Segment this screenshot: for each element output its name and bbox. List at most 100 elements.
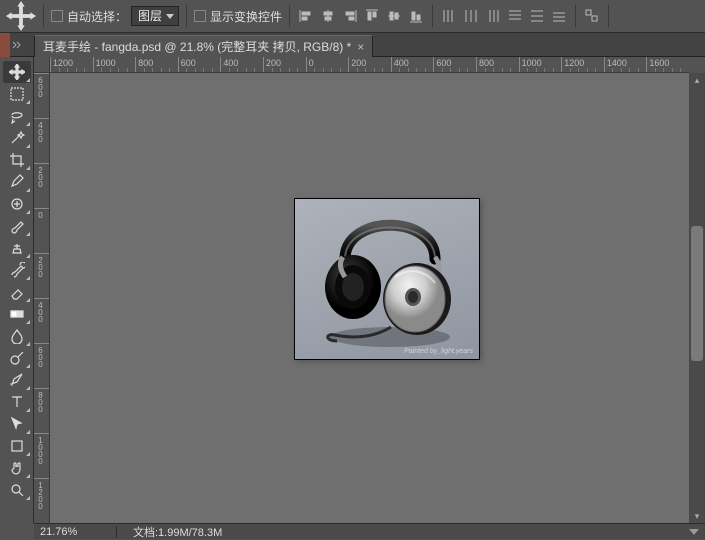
auto-align-button[interactable]: [583, 7, 601, 25]
ruler-tick: 200: [34, 253, 50, 254]
headphones-illustration: [295, 199, 479, 359]
ruler-label: 1000: [36, 436, 44, 464]
ruler-tick: 800: [135, 57, 136, 73]
document-canvas[interactable]: Painted by_light.years: [295, 199, 479, 359]
clone-stamp-tool[interactable]: [3, 237, 31, 259]
ruler-label: 600: [36, 346, 44, 367]
ruler-tick: 800: [34, 388, 50, 389]
ruler-tick: 400: [34, 118, 50, 119]
document-viewport[interactable]: Painted by_light.years: [50, 73, 689, 523]
ruler-label: 400: [36, 301, 44, 322]
eraser-tool[interactable]: [3, 281, 31, 303]
ruler-label: 1400: [607, 58, 627, 68]
ruler-label: 1000: [96, 58, 116, 68]
show-transform-checkbox[interactable]: 显示变换控件: [194, 8, 282, 25]
align-v-centers-button[interactable]: [385, 7, 403, 25]
align-bottom-edges-button[interactable]: [407, 7, 425, 25]
ruler-tick: 600: [178, 57, 179, 73]
watermark-text: Painted by_light.years: [404, 348, 473, 355]
ruler-label: 400: [223, 58, 238, 68]
close-tab-button[interactable]: ×: [357, 40, 364, 54]
gradient-tool[interactable]: [3, 303, 31, 325]
scroll-up-arrow-icon[interactable]: ▴: [689, 73, 705, 87]
align-h-centers-button[interactable]: [319, 7, 337, 25]
blur-tool[interactable]: [3, 325, 31, 347]
separator: [43, 5, 44, 27]
hand-tool[interactable]: [3, 457, 31, 479]
document-tab-title: 耳麦手绘 - fangda.psd @ 21.8% (完整耳夹 拷贝, RGB/…: [43, 38, 351, 55]
ruler-label: 1000: [522, 58, 542, 68]
magic-wand-tool[interactable]: [3, 127, 31, 149]
scrollbar-thumb[interactable]: [691, 226, 703, 361]
separator: [116, 526, 117, 538]
ruler-tick: 1400: [604, 57, 605, 73]
dist-top-button[interactable]: [506, 7, 524, 25]
zoom-tool[interactable]: [3, 479, 31, 501]
status-menu-chevron-icon[interactable]: [689, 529, 699, 535]
ruler-label: 0: [36, 211, 44, 218]
ruler-label: 1600: [649, 58, 669, 68]
dist-left-button[interactable]: [440, 7, 458, 25]
ruler-label: 200: [36, 166, 44, 187]
pen-tool[interactable]: [3, 369, 31, 391]
ruler-tick: 1600: [646, 57, 647, 73]
separator: [608, 5, 609, 27]
align-left-edges-button[interactable]: [297, 7, 315, 25]
layer-group-select[interactable]: 图层: [131, 6, 179, 26]
ruler-label: 800: [138, 58, 153, 68]
dist-right-button[interactable]: [484, 7, 502, 25]
zoom-level[interactable]: 21.76%: [40, 526, 100, 538]
ruler-tick: 1200: [561, 57, 562, 73]
path-select-tool[interactable]: [3, 413, 31, 435]
ruler-label: 600: [436, 58, 451, 68]
spot-heal-tool[interactable]: [3, 193, 31, 215]
align-top-edges-button[interactable]: [363, 7, 381, 25]
history-brush-tool[interactable]: [3, 259, 31, 281]
move-tool[interactable]: [3, 61, 31, 83]
ruler-origin-corner[interactable]: [34, 57, 50, 73]
checkbox-icon: [51, 10, 63, 22]
eyedropper-tool[interactable]: [3, 171, 31, 193]
type-tool[interactable]: [3, 391, 31, 413]
auto-select-label: 自动选择：: [67, 8, 127, 25]
ruler-tick: 200: [34, 163, 50, 164]
ruler-label: 1200: [36, 481, 44, 509]
palette-accent-strip: [0, 33, 10, 57]
separator: [289, 5, 290, 27]
ruler-tick: 600: [34, 73, 50, 74]
dist-bottom-button[interactable]: [550, 7, 568, 25]
ruler-label: 600: [36, 76, 44, 97]
double-chevron-icon[interactable]: [12, 40, 22, 50]
dodge-tool[interactable]: [3, 347, 31, 369]
separator: [186, 5, 187, 27]
document-tab-bar: 耳麦手绘 - fangda.psd @ 21.8% (完整耳夹 拷贝, RGB/…: [34, 33, 705, 57]
document-info[interactable]: 文档:1.99M/78.3M: [133, 524, 222, 540]
ruler-tick: 400: [220, 57, 221, 73]
brush-tool[interactable]: [3, 215, 31, 237]
vertical-scrollbar[interactable]: ▴ ▾: [689, 73, 705, 523]
move-tool-indicator-icon: [6, 4, 36, 28]
options-bar: 自动选择： 图层 显示变换控件: [0, 0, 705, 33]
dist-v-center-button[interactable]: [528, 7, 546, 25]
dist-h-center-button[interactable]: [462, 7, 480, 25]
ruler-tick: 200: [348, 57, 349, 73]
rectangle-tool[interactable]: [3, 435, 31, 457]
ruler-tick: 0: [34, 208, 50, 209]
crop-tool[interactable]: [3, 149, 31, 171]
ruler-tick: 800: [476, 57, 477, 73]
align-right-edges-button[interactable]: [341, 7, 359, 25]
separator: [575, 5, 576, 27]
ruler-tick: 1000: [519, 57, 520, 73]
ruler-label: 400: [36, 121, 44, 142]
ruler-tick: 400: [391, 57, 392, 73]
ruler-label: 1200: [564, 58, 584, 68]
horizontal-ruler[interactable]: 1200100080060040020002004006008001000120…: [50, 57, 689, 73]
document-tab[interactable]: 耳麦手绘 - fangda.psd @ 21.8% (完整耳夹 拷贝, RGB/…: [34, 35, 373, 57]
separator: [432, 5, 433, 27]
rect-marquee-tool[interactable]: [3, 83, 31, 105]
ruler-label: 1200: [53, 58, 73, 68]
lasso-tool[interactable]: [3, 105, 31, 127]
vertical-ruler[interactable]: 6004002000200400600800100012001400: [34, 73, 50, 523]
auto-select-checkbox[interactable]: 自动选择：: [51, 8, 127, 25]
scroll-down-arrow-icon[interactable]: ▾: [689, 509, 705, 523]
